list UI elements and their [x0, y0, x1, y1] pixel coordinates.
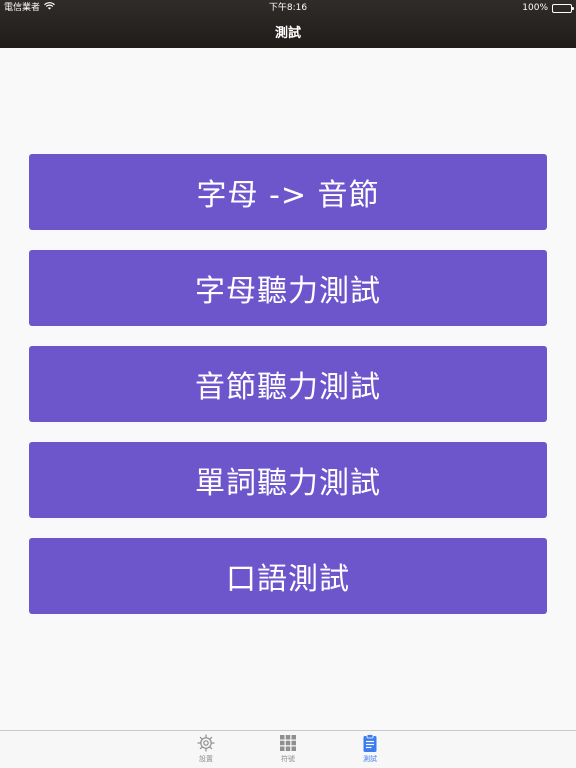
- word-listening-test-button[interactable]: 單詞聽力測試: [29, 442, 547, 518]
- tab-label: 設置: [199, 755, 213, 763]
- tab-settings[interactable]: 設置: [186, 733, 226, 764]
- gear-icon: [186, 733, 226, 753]
- battery-icon: [552, 3, 574, 13]
- button-label: 音節聽力測試: [195, 370, 381, 405]
- clipboard-icon: [350, 733, 390, 753]
- syllable-listening-test-button[interactable]: 音節聽力測試: [29, 346, 547, 422]
- tab-test[interactable]: 測試: [350, 733, 390, 764]
- button-label: 單詞聽力測試: [195, 466, 381, 501]
- status-bar: 電信業者 下午8:16 100%: [0, 0, 576, 16]
- tab-label: 符號: [281, 755, 295, 763]
- top-bar: 電信業者 下午8:16 100% 測試: [0, 0, 576, 48]
- status-time: 下午8:16: [268, 3, 308, 13]
- button-label: 字母聽力測試: [195, 274, 381, 309]
- tab-symbols[interactable]: 符號: [268, 733, 308, 764]
- nav-title: 測試: [274, 26, 301, 41]
- battery-group: 100%: [522, 0, 574, 16]
- button-label: 字母 -> 音節: [196, 178, 380, 213]
- letter-listening-test-button[interactable]: 字母聽力測試: [29, 250, 547, 326]
- speaking-test-button[interactable]: 口語測試: [29, 538, 547, 614]
- battery-percent: 100%: [522, 3, 548, 13]
- button-label: 口語測試: [226, 562, 350, 597]
- tab-label: 測試: [363, 755, 377, 763]
- test-menu: 字母 -> 音節 字母聽力測試 音節聽力測試 單詞聽力測試 口語測試: [29, 154, 547, 634]
- tab-bar: 設置 符號 測試: [0, 730, 576, 768]
- letter-to-syllable-button[interactable]: 字母 -> 音節: [29, 154, 547, 230]
- grid-icon: [268, 733, 308, 753]
